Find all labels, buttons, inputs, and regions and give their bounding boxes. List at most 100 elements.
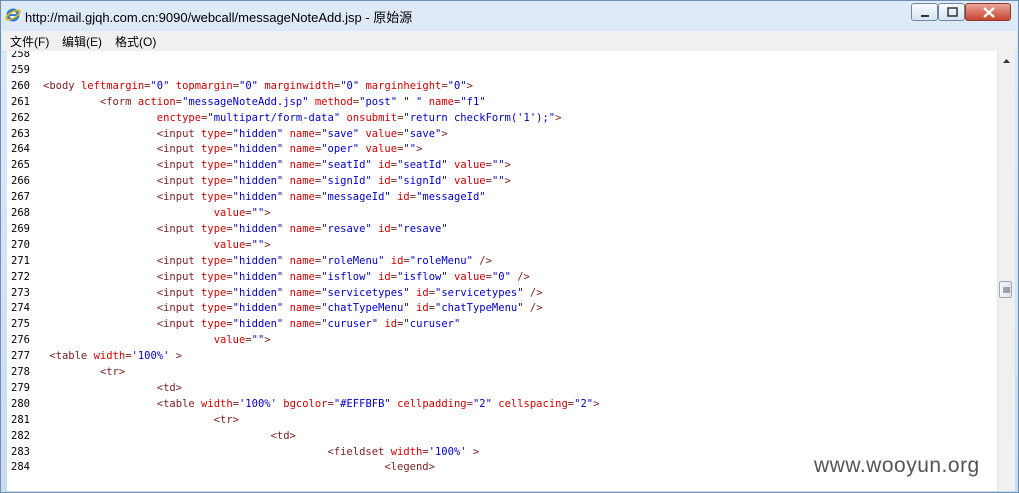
line-code: <input type="hidden" name="signId" id="s…	[43, 173, 511, 189]
line-code: <input type="hidden" name="curuser" id="…	[43, 316, 461, 332]
code-token: marginwidth	[264, 79, 334, 92]
code-token: "hidden"	[232, 127, 284, 140]
code-token: value	[454, 159, 486, 172]
minimize-button[interactable]	[911, 3, 938, 21]
code-token: id	[378, 270, 391, 283]
code-token: ""	[491, 175, 505, 188]
code-token: marginheight	[365, 79, 442, 92]
code-token: "messageId"	[416, 191, 486, 204]
line-code: value="">	[43, 237, 271, 253]
code-token: id	[378, 159, 391, 172]
code-token: "resave"	[321, 222, 372, 235]
code-token: >	[504, 175, 511, 188]
code-line: 268 value="">	[7, 205, 997, 221]
code-token: action	[137, 95, 176, 108]
code-token: '100%'	[238, 397, 277, 410]
code-token: "hidden"	[232, 191, 284, 204]
code-line: 266 <input type="hidden" name="signId" i…	[7, 173, 997, 189]
code-token: <input	[43, 270, 202, 283]
code-token: "hidden"	[232, 143, 284, 156]
menu-file[interactable]: 文件(F)	[10, 33, 49, 50]
line-number: 259	[11, 63, 30, 76]
scrollbar-thumb[interactable]	[999, 281, 1012, 298]
code-token: >	[169, 350, 183, 363]
code-line: 269 <input type="hidden" name="resave" i…	[7, 221, 997, 237]
code-token: type	[201, 175, 227, 188]
code-token: name	[289, 222, 315, 235]
code-token: "roleMenu"	[409, 254, 473, 267]
code-line: 259	[7, 62, 997, 78]
line-number: 262	[11, 111, 30, 124]
close-icon	[983, 7, 995, 18]
code-token: "save"	[403, 127, 442, 140]
code-token: ""	[251, 334, 265, 347]
code-token: >	[466, 79, 473, 92]
line-number: 258	[11, 51, 30, 60]
code-token: <input	[43, 254, 202, 267]
menu-format[interactable]: 格式(O)	[115, 33, 156, 50]
line-code: <body leftmargin="0" topmargin="0" margi…	[43, 78, 473, 94]
code-token: "return checkForm('1');"	[403, 111, 556, 124]
code-token: <input	[43, 302, 202, 315]
line-code: <input type="hidden" name="messageId" id…	[43, 189, 486, 205]
code-line: 276 value="">	[7, 332, 997, 348]
code-token: "0"	[491, 270, 511, 283]
code-token: name	[289, 318, 315, 331]
code-token: type	[201, 191, 227, 204]
line-number: 279	[11, 381, 30, 394]
code-token: >	[416, 143, 423, 156]
code-token: name	[289, 191, 315, 204]
code-token: id	[378, 175, 391, 188]
code-token: "resave"	[397, 222, 448, 235]
line-number: 282	[11, 429, 30, 442]
line-number: 269	[11, 222, 30, 235]
code-token: value	[454, 175, 486, 188]
code-token: />	[523, 286, 543, 299]
code-token: "signId"	[397, 175, 448, 188]
title-bar[interactable]: http://mail.gjqh.com.cn:9090/webcall/mes…	[1, 1, 1018, 29]
code-line: 271 <input type="hidden" name="roleMenu"…	[7, 253, 997, 269]
code-token: "hidden"	[232, 318, 284, 331]
line-code: <form action="messageNoteAdd.jsp" method…	[43, 94, 486, 110]
code-token: />	[510, 270, 530, 283]
code-token: '100%'	[428, 445, 467, 458]
line-number: 284	[11, 461, 30, 474]
code-token: "multipart/form-data"	[207, 111, 341, 124]
vertical-scrollbar[interactable]	[997, 51, 1015, 491]
code-token: <input	[43, 175, 202, 188]
code-token: type	[201, 127, 227, 140]
code-token: name	[289, 127, 315, 140]
maximize-button[interactable]	[938, 3, 965, 21]
code-line: 278 <tr>	[7, 364, 997, 380]
code-line: 263 <input type="hidden" name="save" val…	[7, 126, 997, 142]
code-token: id	[397, 191, 410, 204]
line-number: 281	[11, 413, 30, 426]
source-code-view[interactable]: 258 259 260 <body leftmargin="0" topmargin=…	[7, 51, 997, 491]
menu-edit[interactable]: 编辑(E)	[62, 33, 102, 50]
close-button[interactable]	[965, 3, 1011, 21]
code-line: 260 <body leftmargin="0" topmargin="0" ma…	[7, 78, 997, 94]
code-token: "isflow"	[321, 270, 372, 283]
code-token: cellpadding	[397, 397, 467, 410]
code-token: "f1"	[460, 95, 486, 108]
code-token: "save"	[321, 127, 360, 140]
code-token: "chatTypeMenu"	[435, 302, 524, 315]
scroll-up-arrow-icon[interactable]	[998, 54, 1015, 68]
code-token: />	[523, 302, 543, 315]
line-number: 268	[11, 207, 30, 219]
code-token: "0"	[239, 79, 258, 92]
code-token: name	[289, 286, 315, 299]
code-token: value	[365, 127, 398, 140]
code-line: 261 <form action="messageNoteAdd.jsp" me…	[7, 94, 997, 110]
code-line: 262 enctype="multipart/form-data" onsubm…	[7, 110, 997, 126]
code-token: width	[201, 397, 233, 410]
line-code: <input type="hidden" name="chatTypeMenu"…	[43, 300, 543, 316]
code-token: >	[593, 397, 600, 410]
code-token: name	[428, 95, 454, 108]
line-code: <td>	[43, 380, 182, 396]
code-line: 267 <input type="hidden" name="messageId…	[7, 189, 997, 205]
code-token: "#EFFBFB"	[333, 397, 391, 410]
code-token: id	[384, 318, 398, 331]
